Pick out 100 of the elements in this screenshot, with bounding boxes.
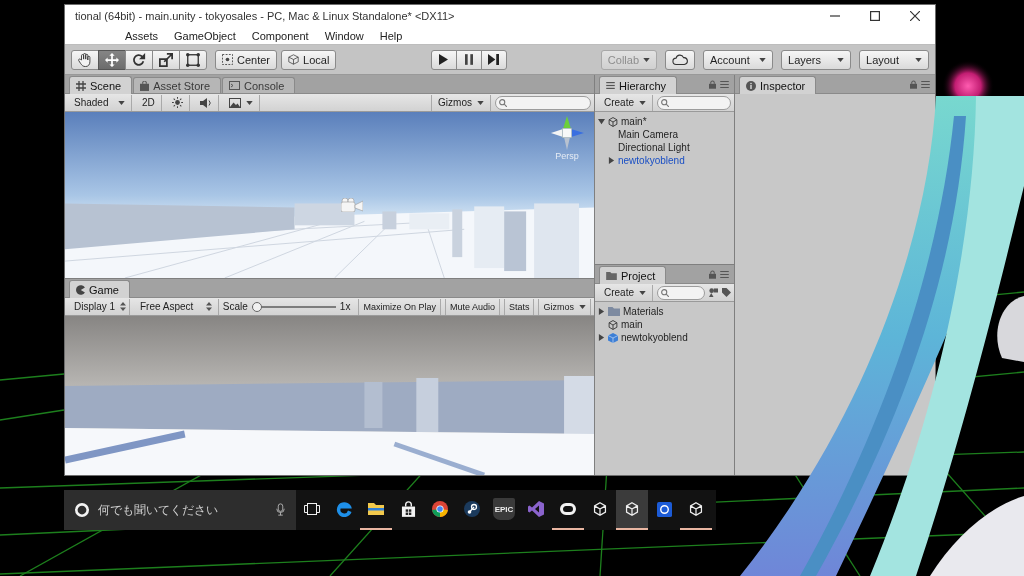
resize-icon [159, 52, 173, 67]
lock-icon[interactable] [709, 79, 716, 89]
rotate-tool-button[interactable] [125, 49, 153, 70]
swirl-logo-icon [336, 501, 352, 517]
tag-icon[interactable] [722, 288, 731, 297]
caret-icon [245, 100, 253, 105]
pivot-button[interactable]: Local [281, 49, 337, 70]
panel-tab[interactable]: Project [599, 266, 667, 284]
hand-tool-button[interactable] [71, 49, 99, 70]
taskbar-app-button[interactable]: EPIC [488, 490, 520, 530]
search-field[interactable] [495, 95, 591, 110]
cube-outline-icon [288, 54, 300, 65]
search-field[interactable] [657, 285, 705, 300]
pause-icon [464, 54, 473, 65]
project-item[interactable]: newtokyoblend [621, 332, 688, 343]
expand-arrow-icon[interactable] [608, 157, 615, 164]
layout-dropdown[interactable]: Layout [859, 49, 929, 70]
microphone-icon[interactable] [276, 503, 285, 516]
rectangle-icon [186, 52, 200, 67]
project-item[interactable]: main [621, 319, 643, 330]
hierarchy-item[interactable]: Main Camera [618, 129, 679, 140]
updown-caret-icon [205, 302, 212, 311]
caret-icon [915, 57, 922, 62]
scale-tool-button[interactable] [152, 49, 180, 70]
panel-tab[interactable]: Scene [69, 76, 133, 94]
toggle-button[interactable]: Maximize On Play [358, 298, 441, 315]
gizmos-dropdown[interactable]: Gizmos [538, 298, 591, 315]
project-item[interactable]: Materials [623, 306, 664, 317]
caret-icon [118, 100, 125, 105]
expand-arrow-icon[interactable] [598, 308, 605, 315]
cloud-icon [672, 54, 688, 65]
pivot-button[interactable]: Center [215, 49, 278, 70]
panel-tab[interactable]: Hierarchy [599, 76, 678, 94]
search-icon [499, 98, 507, 107]
grid-icon [76, 80, 86, 91]
hierarchy-item[interactable]: newtokyoblend [618, 155, 685, 166]
create-dropdown[interactable]: Create [598, 94, 653, 111]
mode-2d-toggle[interactable]: 2D [136, 94, 162, 111]
cloud-button[interactable] [665, 49, 695, 70]
menu-item[interactable]: Assets [117, 29, 166, 42]
maximize-icon[interactable] [870, 11, 880, 21]
shopping-bag-icon [140, 80, 150, 91]
dotted-square-icon [222, 54, 233, 65]
layers-dropdown[interactable]: Layers [781, 49, 851, 70]
close-icon[interactable] [910, 11, 920, 21]
cube-logo-icon [625, 502, 639, 516]
caret-icon [477, 100, 484, 105]
menu-item[interactable]: Help [371, 29, 411, 42]
taskbar-app-button[interactable] [616, 490, 648, 530]
folder-icon [368, 503, 384, 515]
slider-thumb[interactable] [251, 301, 262, 312]
folder-icon [606, 271, 617, 280]
move-tool-button[interactable] [98, 49, 126, 70]
lock-icon[interactable] [709, 269, 716, 279]
menu-icon[interactable] [720, 80, 729, 88]
toggle-button[interactable]: Stats [503, 298, 535, 315]
menu-item[interactable]: Window [316, 29, 372, 42]
aspect-dropdown[interactable]: Free Aspect [134, 298, 219, 315]
hierarchy-item[interactable]: main* [621, 116, 647, 127]
expand-arrow-icon[interactable] [598, 118, 605, 125]
rect-tool-button[interactable] [179, 49, 207, 70]
menu-item[interactable]: Component [243, 29, 317, 42]
step-button[interactable] [480, 49, 507, 70]
shapes-icon[interactable] [709, 288, 718, 297]
panel-tab[interactable]: Asset Store [133, 77, 222, 93]
panel-tab[interactable]: Game [69, 280, 130, 298]
circle-icon [75, 503, 89, 517]
axis-gizmo-icon[interactable] [550, 116, 584, 150]
search-field[interactable] [657, 95, 731, 110]
folder-icon [608, 307, 620, 316]
pause-button[interactable] [455, 49, 482, 70]
panel-tab[interactable]: Console [222, 77, 296, 93]
toggle-button[interactable]: Mute Audio [444, 298, 500, 315]
caret-icon [639, 290, 646, 295]
search-icon [661, 288, 669, 297]
segmented-circle-icon [432, 501, 448, 517]
circular-arrows-icon [132, 52, 146, 67]
cube-logo-icon [689, 502, 703, 516]
caret-icon [759, 57, 766, 62]
search-field[interactable]: 何でも聞いてください [64, 490, 296, 530]
menu-item[interactable]: GameObject [166, 29, 244, 42]
image-icon [228, 97, 241, 108]
menu-icon[interactable] [921, 80, 930, 88]
gizmos-dropdown[interactable]: Gizmos [431, 94, 491, 111]
expand-arrow-icon[interactable] [598, 334, 605, 341]
rounded-ring-icon [560, 503, 576, 515]
updown-caret-icon [120, 302, 127, 311]
lock-icon[interactable] [910, 79, 917, 89]
shading-dropdown[interactable]: Shaded [68, 94, 132, 111]
stacked-windows-icon [304, 503, 320, 515]
account-dropdown[interactable]: Account [703, 49, 773, 70]
display-dropdown[interactable]: Display 1 [68, 298, 130, 315]
play-button[interactable] [430, 49, 457, 70]
create-dropdown[interactable]: Create [598, 284, 653, 301]
info-icon [746, 80, 756, 91]
hierarchy-item[interactable]: Directional Light [618, 142, 690, 153]
panel-tab[interactable]: Inspector [739, 76, 817, 94]
menu-icon[interactable] [720, 270, 729, 278]
sun-icon [171, 97, 183, 108]
scale-slider-track[interactable] [251, 301, 336, 312]
